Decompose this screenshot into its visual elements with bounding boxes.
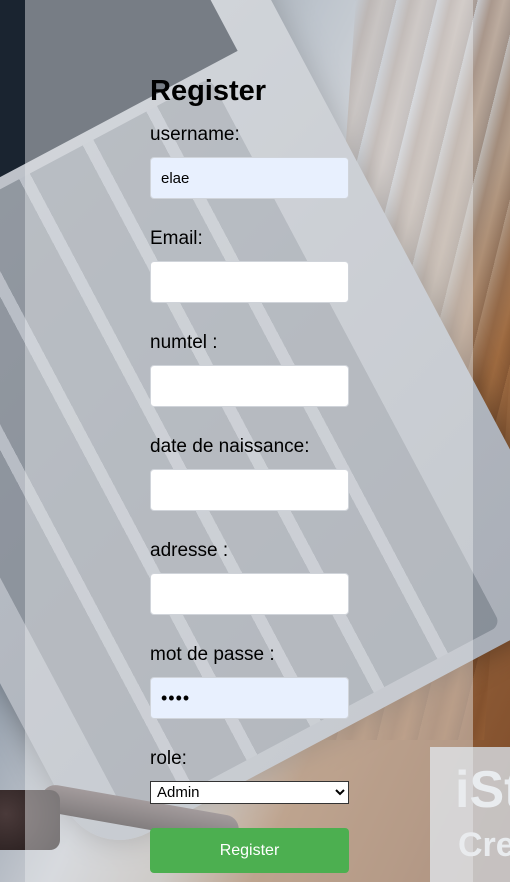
- role-label: role:: [150, 748, 187, 769]
- register-button[interactable]: Register: [150, 828, 349, 873]
- username-input[interactable]: [150, 157, 349, 199]
- role-select[interactable]: Admin: [150, 781, 349, 804]
- form-title: Register: [150, 75, 267, 107]
- register-form: Register username: Email: numtel : date …: [150, 72, 350, 873]
- username-label: username:: [150, 124, 240, 145]
- birthdate-input[interactable]: [150, 469, 349, 511]
- numtel-input[interactable]: [150, 365, 349, 407]
- email-label: Email:: [150, 228, 203, 249]
- password-input[interactable]: [150, 677, 349, 719]
- numtel-label: numtel :: [150, 332, 218, 353]
- address-input[interactable]: [150, 573, 349, 615]
- email-input[interactable]: [150, 261, 349, 303]
- birthdate-label: date de naissance:: [150, 436, 310, 457]
- address-label: adresse :: [150, 540, 229, 561]
- password-label: mot de passe :: [150, 644, 275, 665]
